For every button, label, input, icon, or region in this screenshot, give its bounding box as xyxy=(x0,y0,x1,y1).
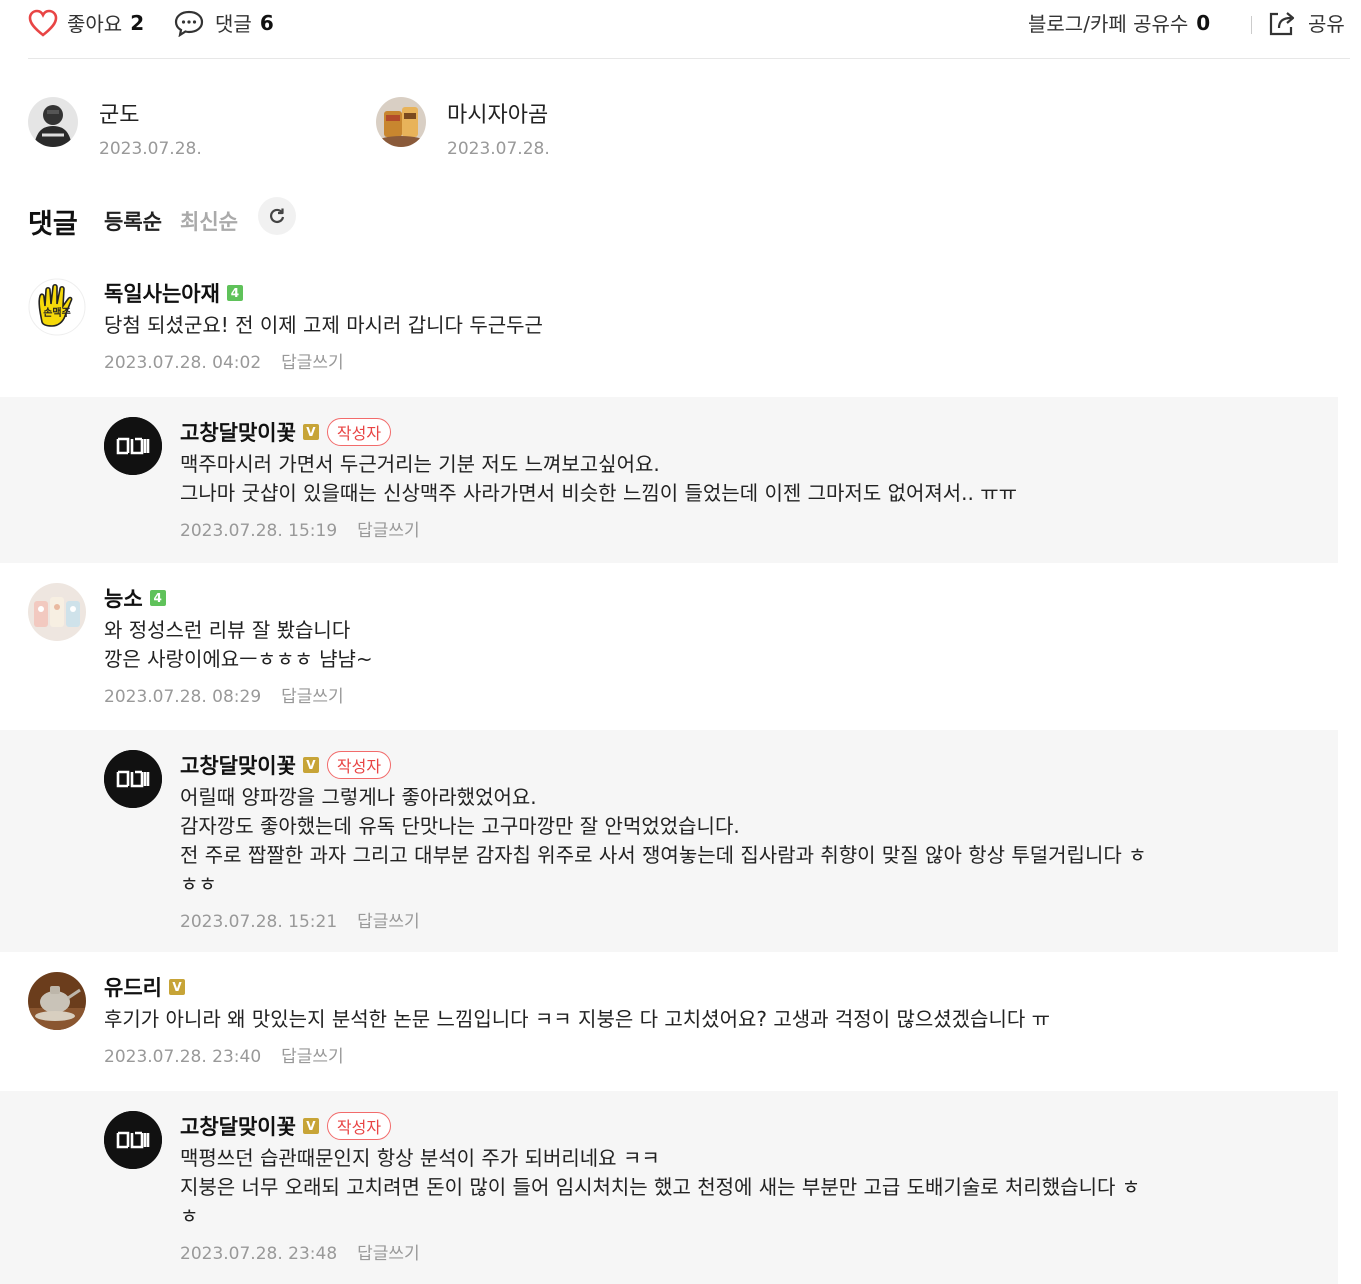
avatar xyxy=(28,97,78,147)
reaction-bar: 좋아요 2 댓글 6 블로그/카페 공유수 0 공유 xyxy=(0,0,1361,50)
verified-badge: V xyxy=(302,757,319,773)
liker-name: 군도 xyxy=(99,103,140,128)
comment-author[interactable]: 유드리 xyxy=(104,972,162,1002)
author-tag: 작성자 xyxy=(326,418,392,446)
share-count: 블로그/카페 공유수 0 xyxy=(1028,8,1210,37)
comment-author[interactable]: 능소 xyxy=(104,583,143,613)
share-icon xyxy=(1267,9,1297,37)
avatar[interactable] xyxy=(104,1111,162,1169)
avatar[interactable] xyxy=(28,583,86,641)
avatar[interactable] xyxy=(104,750,162,808)
avatar[interactable]: 손맥주 xyxy=(28,278,86,336)
comment-time: 2023.07.28. 08:29 xyxy=(104,687,262,707)
comment-time: 2023.07.28. 04:02 xyxy=(104,353,262,373)
comment-text: 당첨 되셨군요! 전 이제 고제 마시러 갑니다 두근두근 xyxy=(104,313,543,337)
comments-title: 댓글 xyxy=(28,209,78,240)
like-button[interactable]: 좋아요 2 xyxy=(28,8,144,37)
comment-author[interactable]: 독일사는아재 xyxy=(104,278,220,308)
share-count-value: 0 xyxy=(1196,10,1211,35)
reply-button[interactable]: 답글쓰기 xyxy=(357,1244,420,1264)
comment-author[interactable]: 고창달맞이꽃 xyxy=(180,750,296,780)
heart-icon xyxy=(28,9,58,37)
comment-text: 맥주마시러 가면서 두근거리는 기분 저도 느껴보고싶어요. 그나마 굿샵이 있… xyxy=(180,452,1018,505)
comment-time: 2023.07.28. 15:19 xyxy=(180,521,338,541)
share-button[interactable]: 공유 xyxy=(1267,8,1345,37)
reply-button[interactable]: 답글쓰기 xyxy=(281,353,344,373)
speech-bubble-icon xyxy=(174,9,204,37)
comment-time: 2023.07.28. 23:48 xyxy=(180,1244,338,1264)
like-label: 좋아요 xyxy=(67,12,123,36)
comment-count: 6 xyxy=(259,10,274,35)
reply-button[interactable]: 답글쓰기 xyxy=(281,687,344,707)
author-tag: 작성자 xyxy=(326,751,392,779)
reply-button[interactable]: 답글쓰기 xyxy=(281,1047,344,1067)
level-badge: 4 xyxy=(149,590,166,606)
liker-date: 2023.07.28. xyxy=(447,139,550,159)
comment-author[interactable]: 고창달맞이꽃 xyxy=(180,1111,296,1141)
reply-button[interactable]: 답글쓰기 xyxy=(357,521,420,541)
share-label: 공유 xyxy=(1308,12,1345,36)
comment-text: 후기가 아니라 왜 맛있는지 분석한 논문 느낌입니다 ㅋㅋ 지붕은 다 고치셨… xyxy=(104,1007,1051,1031)
svg-text:손맥주: 손맥주 xyxy=(43,306,71,319)
liker-name: 마시자아곰 xyxy=(447,103,549,128)
comment-count-button[interactable]: 댓글 6 xyxy=(174,8,274,37)
avatar[interactable] xyxy=(28,972,86,1030)
avatar xyxy=(376,97,426,147)
refresh-icon xyxy=(267,206,287,226)
comment-text: 맥평쓰던 습관때문인지 항상 분석이 주가 되버리네요 ㅋㅋ 지붕은 너무 오래… xyxy=(180,1146,1141,1228)
share-count-label: 블로그/카페 공유수 xyxy=(1028,12,1189,36)
divider xyxy=(1251,16,1252,34)
verified-badge: V xyxy=(168,979,185,995)
comment-label: 댓글 xyxy=(215,12,252,36)
comment-author[interactable]: 고창달맞이꽃 xyxy=(180,417,296,447)
reply-button[interactable]: 답글쓰기 xyxy=(357,912,420,932)
comment-time: 2023.07.28. 15:21 xyxy=(180,912,338,932)
divider xyxy=(28,58,1350,59)
verified-badge: V xyxy=(302,424,319,440)
liker-date: 2023.07.28. xyxy=(99,139,202,159)
refresh-button[interactable] xyxy=(258,197,296,235)
comment-text: 어릴때 양파깡을 그렇게나 좋아라했었어요. 감자깡도 좋아했는데 유독 단맛나… xyxy=(180,785,1147,896)
level-badge: 4 xyxy=(226,285,243,301)
sort-registered-tab[interactable]: 등록순 xyxy=(104,206,162,236)
author-tag: 작성자 xyxy=(326,1112,392,1140)
avatar[interactable] xyxy=(104,417,162,475)
comment-time: 2023.07.28. 23:40 xyxy=(104,1047,262,1067)
sort-latest-tab[interactable]: 최신순 xyxy=(180,206,238,236)
comment-text: 와 정성스런 리뷰 잘 봤습니다 깡은 사랑이에요ㅡㅎㅎㅎ 냠냠~ xyxy=(104,618,373,671)
like-count: 2 xyxy=(130,10,145,35)
verified-badge: V xyxy=(302,1118,319,1134)
